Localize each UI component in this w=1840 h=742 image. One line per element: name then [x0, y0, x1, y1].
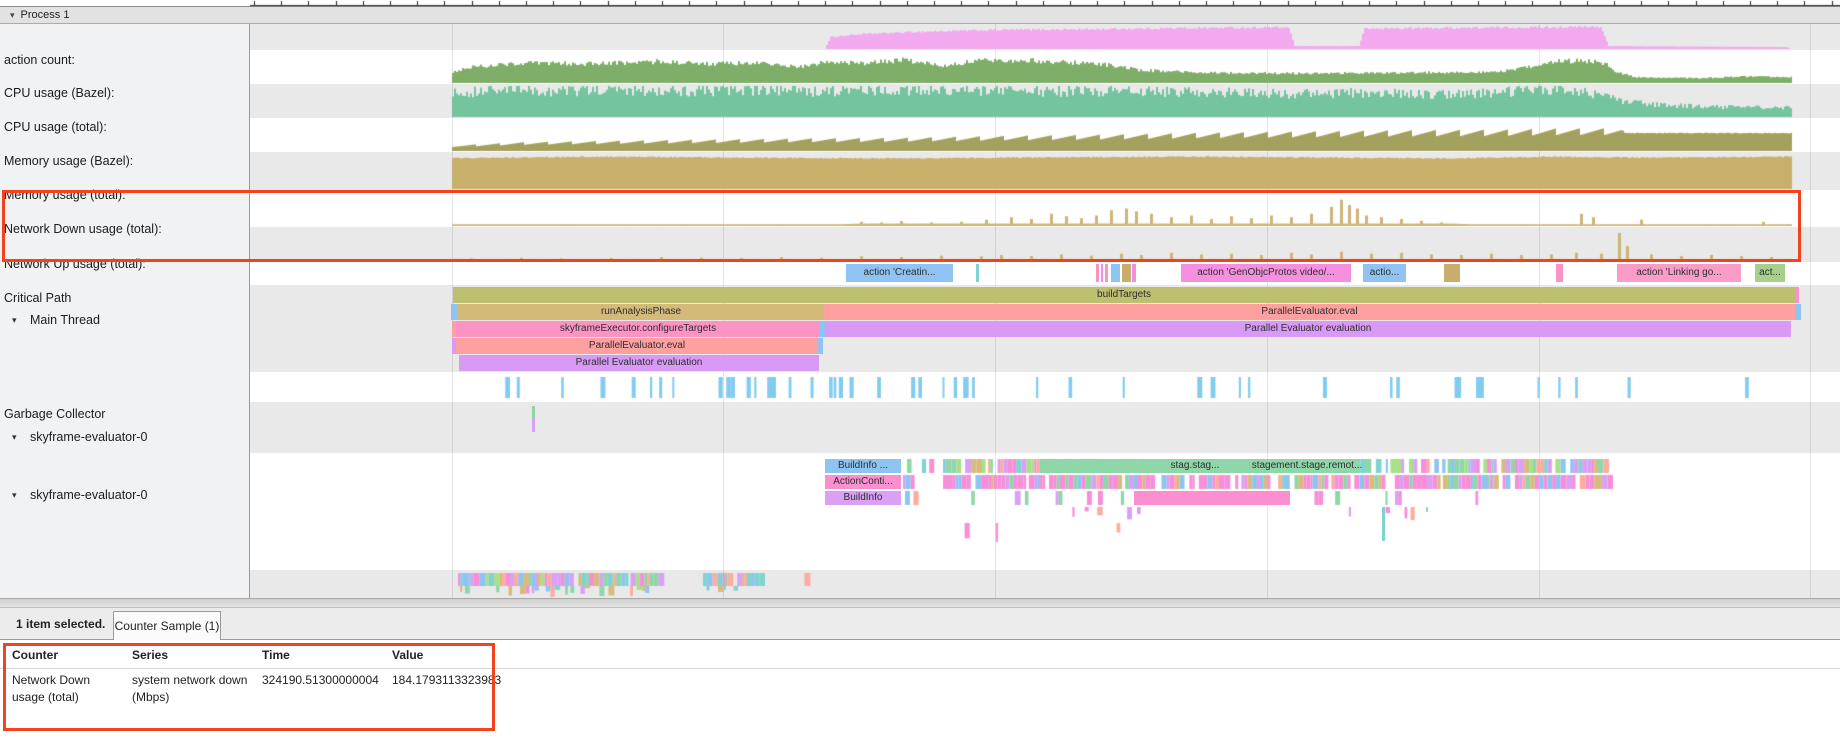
slice-sliver[interactable] — [1795, 287, 1799, 303]
slice-sliver[interactable] — [1096, 264, 1099, 282]
track-label-skyframe-evaluator-0-b[interactable]: skyframe-evaluator-0 — [30, 488, 147, 502]
track-label-skyframe-evaluator-0-a[interactable]: skyframe-evaluator-0 — [30, 430, 147, 444]
tab-counter-sample[interactable]: Counter Sample (1) — [113, 611, 221, 640]
details-panel: 1 item selected. Counter Sample (1) Coun… — [0, 608, 1840, 742]
cell-time[interactable]: 324190.51300000004 — [262, 672, 379, 689]
collapse-arrow-icon[interactable]: ▾ — [12, 432, 17, 443]
slice-skyframe-evaluator-0-b[interactable]: stagement.stage.remot... — [1238, 459, 1376, 473]
cell-value[interactable]: 184.1793113323983 — [392, 672, 501, 689]
slice-sliver[interactable] — [1382, 507, 1385, 541]
slice-sliver[interactable] — [1795, 304, 1801, 320]
track-label-net-up[interactable]: Network Up usage (total): — [4, 257, 146, 271]
slice-sliver[interactable] — [976, 264, 979, 282]
slice-main-thread[interactable]: runAnalysisPhase — [458, 304, 824, 320]
cell-series[interactable]: system network down (Mbps) — [132, 672, 254, 706]
slice-sliver[interactable] — [532, 417, 535, 432]
slice-main-thread[interactable]: ParallelEvaluator.eval — [456, 338, 818, 354]
track-label-main-thread[interactable]: Main Thread — [30, 313, 100, 327]
collapse-arrow-icon[interactable]: ▾ — [12, 490, 17, 501]
selection-status: 1 item selected. — [16, 617, 105, 631]
col-header-series: Series — [132, 648, 168, 662]
slice-main-thread[interactable]: ParallelEvaluator.eval — [824, 304, 1795, 320]
track-label-critical-path[interactable]: Critical Path — [4, 291, 71, 305]
slice-main-thread[interactable]: buildTargets — [453, 287, 1795, 303]
slice-sliver[interactable] — [1444, 264, 1460, 282]
slice-skyframe-evaluator-0-b[interactable]: stag.stag... — [1140, 459, 1250, 473]
col-header-value: Value — [392, 648, 423, 662]
cell-counter[interactable]: Network Down usage (total) — [12, 672, 124, 706]
slice-critical-path[interactable]: action 'Linking go... — [1617, 264, 1741, 282]
track-label-mem-bazel[interactable]: Memory usage (Bazel): — [4, 154, 133, 168]
slice-critical-path[interactable]: actio... — [1363, 264, 1406, 282]
slice-sliver[interactable] — [532, 406, 535, 417]
slice-main-thread[interactable]: skyframeExecutor.configureTargets — [456, 321, 820, 337]
slice-skyframe-evaluator-0-b[interactable]: BuildInfo ... — [825, 459, 901, 473]
slice-critical-path[interactable]: action 'Creatin... — [846, 264, 953, 282]
slice-sliver[interactable] — [1122, 264, 1131, 282]
trace-viewer: ▾Process 1 action count:CPU usage (Bazel… — [0, 0, 1840, 742]
track-label-gc[interactable]: Garbage Collector — [4, 407, 105, 421]
details-tab-bar: 1 item selected. Counter Sample (1) — [0, 608, 1840, 640]
slice-sliver[interactable] — [1132, 264, 1136, 282]
slice-sliver[interactable] — [1134, 491, 1290, 505]
slice-critical-path[interactable]: action 'GenObjcProtos video/... — [1181, 264, 1351, 282]
slice-sliver[interactable] — [1111, 264, 1120, 282]
track-label-sidebar: action count: CPU usage (Bazel): CPU usage… — [0, 24, 250, 598]
slice-skyframe-evaluator-0-b[interactable]: ActionConti... — [825, 475, 901, 489]
track-label-net-down[interactable]: Network Down usage (total): — [4, 222, 162, 236]
track-label-cpu-bazel[interactable]: CPU usage (Bazel): — [4, 86, 114, 100]
track-label-cpu-total[interactable]: CPU usage (total): — [4, 120, 107, 134]
collapse-arrow-icon[interactable]: ▾ — [12, 315, 17, 326]
col-header-time: Time — [262, 648, 290, 662]
slice-sliver[interactable] — [451, 304, 458, 320]
col-header-counter: Counter — [12, 648, 58, 662]
slice-sliver[interactable] — [1101, 264, 1103, 282]
slice-sliver[interactable] — [818, 338, 823, 354]
slice-main-thread[interactable]: Parallel Evaluator evaluation — [825, 321, 1791, 337]
slice-main-thread[interactable]: Parallel Evaluator evaluation — [459, 355, 819, 371]
panel-divider[interactable] — [0, 598, 1840, 608]
track-label-action-count[interactable]: action count: — [4, 53, 75, 67]
track-label-mem-total[interactable]: Memory usage (total): — [4, 188, 126, 202]
slice-sliver[interactable] — [1105, 264, 1108, 282]
slice-critical-path[interactable]: act... — [1755, 264, 1785, 282]
table-header-divider — [0, 668, 1840, 669]
slice-sliver[interactable] — [1556, 264, 1563, 282]
slice-skyframe-evaluator-0-b[interactable]: BuildInfo — [825, 491, 901, 505]
